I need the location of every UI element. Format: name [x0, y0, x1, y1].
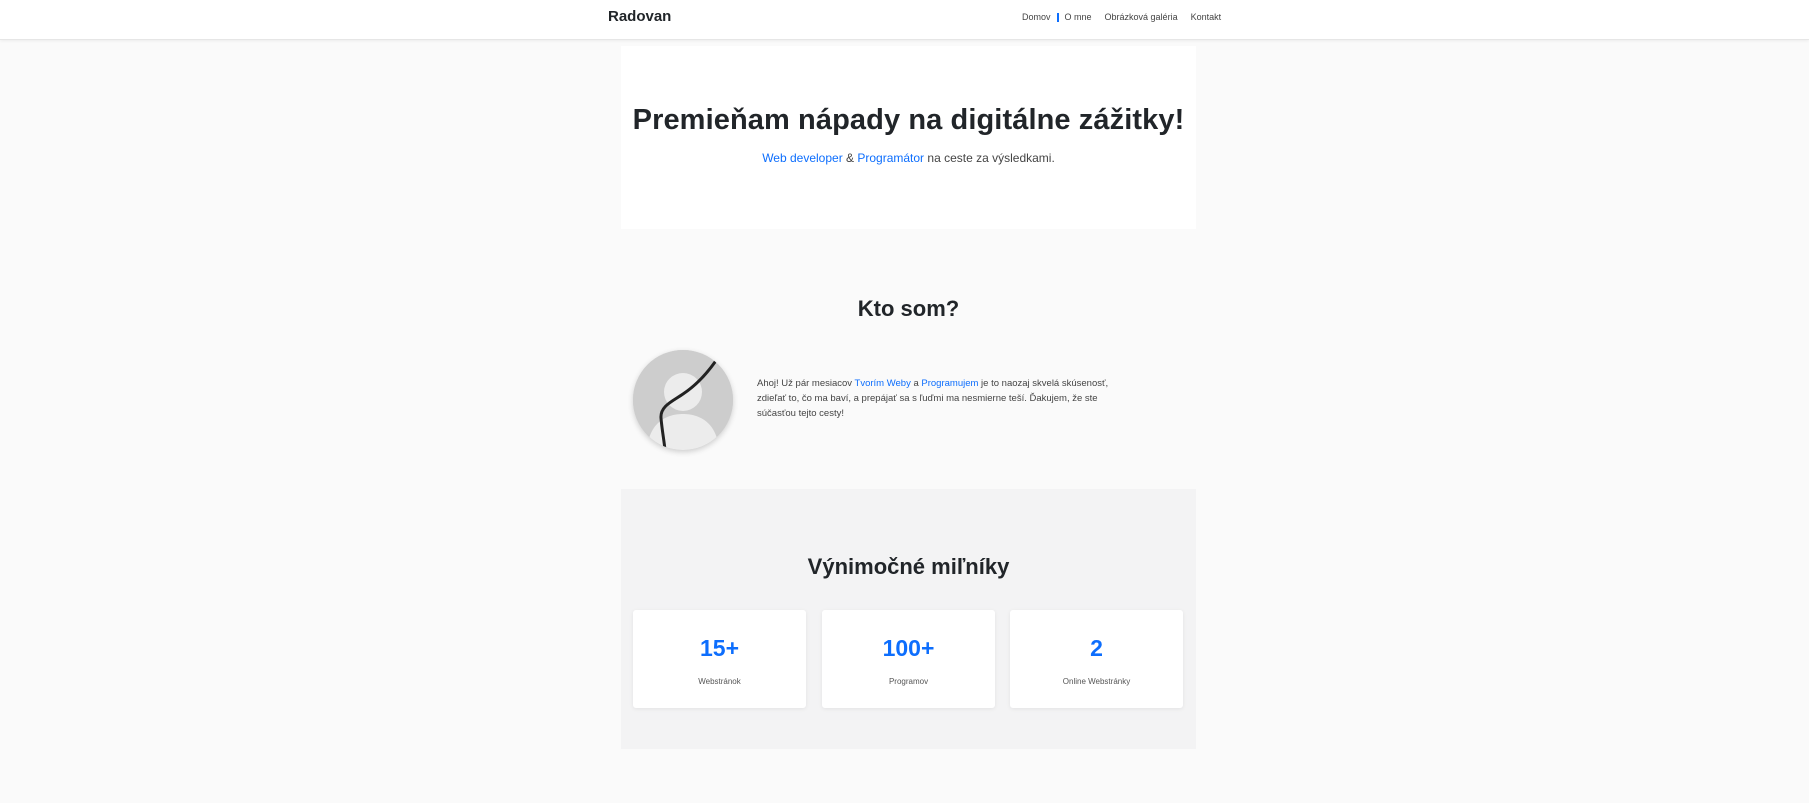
avatar — [633, 350, 733, 450]
tvorim-weby-link[interactable]: Tvorím Weby — [855, 378, 911, 389]
milestones-heading: Výnimočné miľníky — [807, 554, 1010, 579]
nav-item-o-mne[interactable]: O mne — [1065, 12, 1092, 22]
hero-section: Premieňam nápady na digitálne zážitky! W… — [621, 46, 1196, 229]
main-nav: Domov O mne Obrázková galéria Kontakt — [1022, 12, 1221, 22]
about-section: Kto som? Ahoj! Už pár mesiacov Tvorím We… — [621, 229, 1196, 489]
milestone-card-programov: 100+ Programov — [822, 610, 995, 708]
milestone-label: Online Webstránky — [1062, 677, 1131, 686]
avatar-placeholder-icon — [633, 350, 733, 450]
brand-logo[interactable]: Radovan — [608, 8, 671, 25]
milestone-value: 100+ — [882, 635, 935, 661]
milestone-label: Programov — [888, 677, 929, 686]
hero-subtitle: Web developer & Programátor na ceste za … — [621, 151, 1196, 165]
milestone-value: 15+ — [699, 635, 739, 661]
navbar: Radovan Domov O mne Obrázková galéria Ko… — [0, 0, 1809, 40]
nav-item-kontakt[interactable]: Kontakt — [1191, 12, 1222, 22]
subtitle-rest: na ceste za výsledkami. — [924, 151, 1055, 165]
web-developer-link[interactable]: Web developer — [762, 151, 843, 165]
milestone-card-online-webstranky: 2 Online Webstránky — [1010, 610, 1183, 708]
milestone-label: Webstránok — [698, 677, 741, 686]
programator-link[interactable]: Programátor — [857, 151, 924, 165]
milestone-card-webstranok: 15+ Webstránok — [633, 610, 806, 708]
about-text: Ahoj! Už pár mesiacov Tvorím Weby a Prog… — [757, 378, 1109, 419]
programujem-link[interactable]: Programujem — [921, 378, 978, 389]
milestone-value: 2 — [1090, 635, 1103, 661]
milestones-section: Výnimočné miľníky 15+ Webstránok 100+ Pr… — [621, 489, 1196, 749]
nav-item-domov[interactable]: Domov — [1022, 12, 1051, 22]
subtitle-ampersand: & — [842, 151, 858, 165]
about-heading: Kto som? — [857, 296, 960, 321]
hero-title: Premieňam nápady na digitálne zážitky! — [632, 104, 1185, 136]
nav-item-galeria[interactable]: Obrázková galéria — [1105, 12, 1178, 22]
nav-active-indicator — [1056, 12, 1059, 22]
